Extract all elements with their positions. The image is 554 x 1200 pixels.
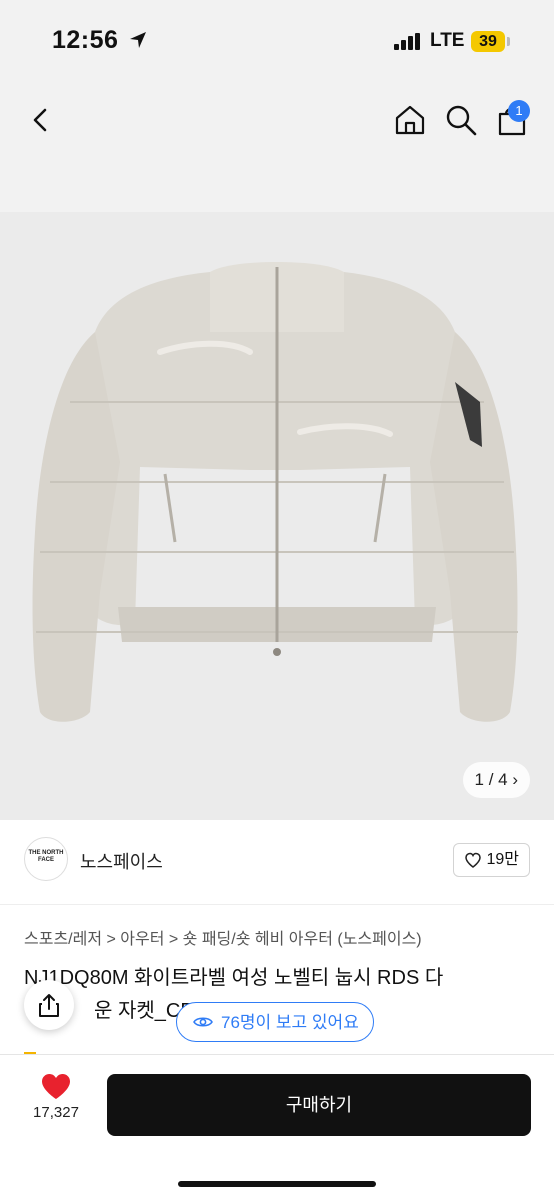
image-pager[interactable]: 1 / 4 ›: [462, 762, 530, 798]
share-button[interactable]: [24, 980, 74, 1030]
jacket-image: [32, 262, 518, 722]
battery-cap: [507, 37, 510, 46]
location-arrow-icon: [130, 32, 146, 48]
seller-name[interactable]: 노스페이스: [80, 848, 163, 874]
wish-button[interactable]: 17,327: [20, 1073, 92, 1121]
network-label: LTE: [430, 30, 465, 51]
signal-icon: [394, 33, 420, 50]
home-icon[interactable]: [393, 103, 427, 137]
top-nav: 1: [0, 84, 554, 212]
search-icon[interactable]: [444, 103, 478, 137]
seller-logo-text: THE NORTH FACE: [28, 850, 64, 863]
bottom-action-bar: 17,327 구매하기: [0, 1054, 554, 1200]
share-icon: [39, 994, 59, 1017]
heart-outline-icon: [465, 852, 482, 868]
status-time: 12:56: [52, 26, 119, 54]
home-indicator: [178, 1181, 376, 1187]
divider: [0, 904, 554, 905]
wish-count: 17,327: [33, 1104, 79, 1121]
seller-row[interactable]: THE NORTH FACE 노스페이스 19만: [0, 820, 554, 904]
brand-like-button[interactable]: 19만: [453, 843, 530, 877]
product-page: 12:56 LTE 39 1 1 / 4 › THE NORTH FACE 노스…: [0, 0, 554, 1200]
status-bar: 12:56 LTE 39: [0, 0, 554, 84]
pager-text: 1 / 4: [474, 770, 508, 789]
breadcrumb[interactable]: 스포츠/레저 > 아우터 > 숏 패딩/숏 헤비 아우터 (노스페이스): [24, 925, 422, 949]
back-icon[interactable]: [26, 104, 56, 136]
brand-like-count: 19만: [486, 851, 519, 868]
viewers-badge: 76명이 보고 있어요: [176, 1002, 374, 1042]
viewers-text: 76명이 보고 있어요: [221, 1012, 359, 1032]
product-image-carousel[interactable]: 1 / 4 ›: [0, 212, 554, 820]
cart-count-badge: 1: [508, 100, 530, 122]
eye-icon: [193, 1017, 213, 1027]
heart-filled-icon: [42, 1074, 70, 1099]
seller-logo: THE NORTH FACE: [24, 837, 68, 881]
battery-icon: 39: [471, 31, 505, 52]
buy-button[interactable]: 구매하기: [107, 1074, 531, 1136]
product-title-line1: NJ1DQ80M 화이트라벨 여성 노벨티 눕시 RDS 다: [24, 967, 444, 989]
